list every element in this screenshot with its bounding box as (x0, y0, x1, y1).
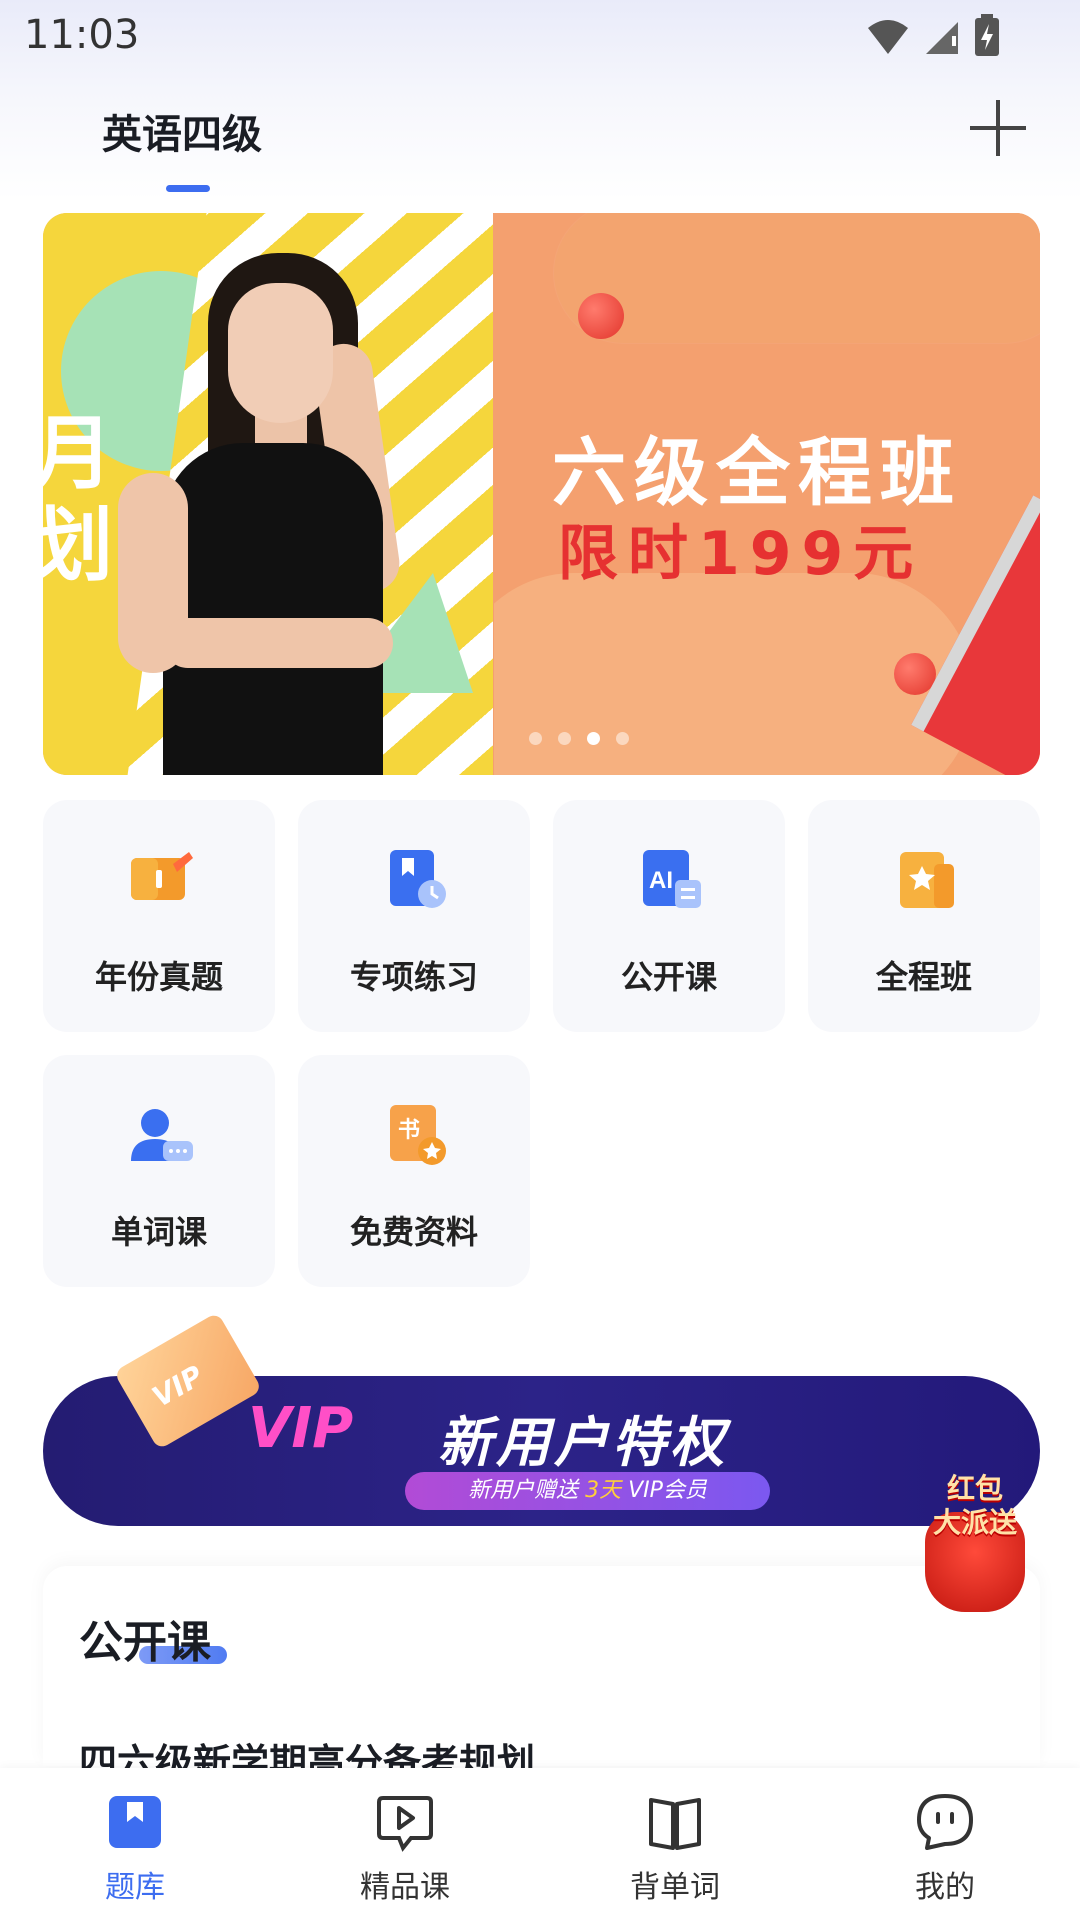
red-packet-line2: 大派送 (932, 1506, 1017, 1539)
feature-label: 全程班 (875, 958, 972, 996)
feature-vocab-course[interactable]: 单词课 (43, 1055, 275, 1287)
feature-free-materials[interactable]: 书 免费资料 (298, 1055, 530, 1287)
ai-doc-icon: AI (643, 850, 701, 908)
status-icons (866, 14, 1000, 58)
wifi-icon (868, 20, 908, 54)
feature-label: 单词课 (110, 1213, 207, 1251)
banner-blob (554, 213, 1040, 343)
open-course-section: 公开课 四六级新学期高分备考规划 (43, 1566, 1040, 1785)
vip-card-graphic: VIP (113, 1312, 263, 1450)
promo-pill-suffix: VIP会员 (628, 1478, 707, 1503)
feature-topic-practice[interactable]: 专项练习 (298, 800, 530, 1032)
status-bar: 11:03 (0, 0, 1080, 72)
play-chat-icon (377, 1796, 433, 1852)
nav-label: 精品课 (360, 1870, 450, 1905)
banner-title: 六级全程班 (552, 430, 962, 516)
tab-indicator (166, 185, 210, 192)
carousel-dots (529, 732, 629, 745)
carousel-dot[interactable] (529, 732, 542, 745)
svg-text:书: 书 (398, 1118, 420, 1143)
banner-slide-previous: 月 划 (43, 213, 493, 775)
feature-open-course[interactable]: AI 公开课 (553, 800, 785, 1032)
question-bank-icon (109, 1796, 161, 1848)
feature-label: 年份真题 (94, 958, 223, 996)
promo-pill: 新用户赠送 3天 VIP会员 (405, 1472, 770, 1510)
bottom-nav: 题库 精品课 背单词 我的 (0, 1768, 1080, 1920)
banner-ball (578, 293, 624, 339)
nav-label: 题库 (105, 1870, 165, 1905)
subject-tab[interactable]: 英语四级 (102, 102, 262, 160)
status-time: 11:03 (24, 12, 140, 58)
smile-chat-icon (917, 1794, 973, 1850)
nav-label: 背单词 (630, 1870, 720, 1905)
user-chat-icon (131, 1109, 193, 1161)
vip-card-text: VIP (146, 1358, 209, 1414)
promo-title: 新用户特权 (438, 1411, 728, 1474)
feature-label: 公开课 (620, 958, 717, 996)
promo-pill-highlight: 3天 (585, 1478, 622, 1503)
add-subject-button[interactable] (966, 96, 1030, 160)
carousel-dot[interactable] (616, 732, 629, 745)
vip-swoosh-text: VIP (248, 1396, 354, 1461)
red-packet-floating-button[interactable]: 红包 大派送 (915, 1472, 1035, 1622)
banner-slide-current: 六级全程班 限时199元 (494, 213, 1040, 775)
book-star-icon: 书 (390, 1105, 446, 1165)
red-packet-line1: 红包 (946, 1472, 1003, 1505)
star-box-icon (900, 852, 954, 908)
bookmark-clock-icon (390, 850, 446, 908)
feature-label: 免费资料 (349, 1213, 478, 1251)
feature-label: 专项练习 (349, 958, 478, 996)
nav-label: 我的 (915, 1870, 975, 1905)
svg-text:AI: AI (649, 867, 673, 894)
nav-question-bank[interactable]: 题库 (0, 1768, 270, 1920)
battery-charging-icon (975, 14, 999, 56)
section-title: 公开课 (79, 1617, 211, 1668)
plus-icon-v (996, 100, 1000, 156)
promo-pill-prefix: 新用户赠送 (468, 1478, 579, 1503)
book-icon (131, 852, 193, 900)
banner-subtitle: 限时199元 (558, 519, 924, 589)
nav-profile[interactable]: 我的 (810, 1768, 1080, 1920)
carousel-dot[interactable] (558, 732, 571, 745)
nav-premium-courses[interactable]: 精品课 (270, 1768, 540, 1920)
new-user-promo-banner[interactable]: VIP VIP 新用户特权 新用户赠送 3天 VIP会员 (43, 1312, 1040, 1526)
open-book-icon (649, 1798, 701, 1850)
signal-icon (926, 22, 958, 54)
carousel-dot-active[interactable] (587, 732, 600, 745)
teacher-photo (103, 253, 443, 775)
feature-past-papers[interactable]: 年份真题 (43, 800, 275, 1032)
nav-vocabulary[interactable]: 背单词 (540, 1768, 810, 1920)
banner-carousel[interactable]: 月 划 六级全程班 限时199元 (43, 213, 1040, 775)
red-packet-text: 红包 大派送 (915, 1472, 1035, 1540)
feature-full-course[interactable]: 全程班 (808, 800, 1040, 1032)
